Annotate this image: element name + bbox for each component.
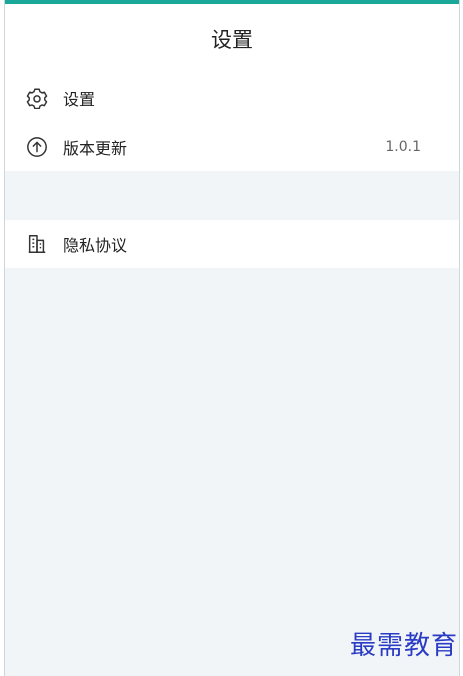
privacy-group: 隐私协议 [5,220,459,268]
building-icon [25,232,49,256]
settings-item[interactable]: 设置 [5,74,459,122]
version-number: 1.0.1 [385,139,421,155]
page-title: 设置 [211,28,253,52]
watermark: 最需教育 [349,631,458,661]
privacy-policy-label: 隐私协议 [63,236,128,255]
gear-icon [25,86,49,110]
app-frame: 设置 设置 版本更新 1.0.1 隐私协议 [4,0,460,676]
version-update-label: 版本更新 [63,139,128,158]
header: 设置 [5,4,459,74]
arrow-up-circle-icon [25,135,49,159]
settings-label: 设置 [63,90,96,109]
privacy-policy-item[interactable]: 隐私协议 [5,220,459,268]
version-update-item[interactable]: 版本更新 1.0.1 [5,123,459,171]
settings-group: 设置 版本更新 1.0.1 [5,74,459,171]
